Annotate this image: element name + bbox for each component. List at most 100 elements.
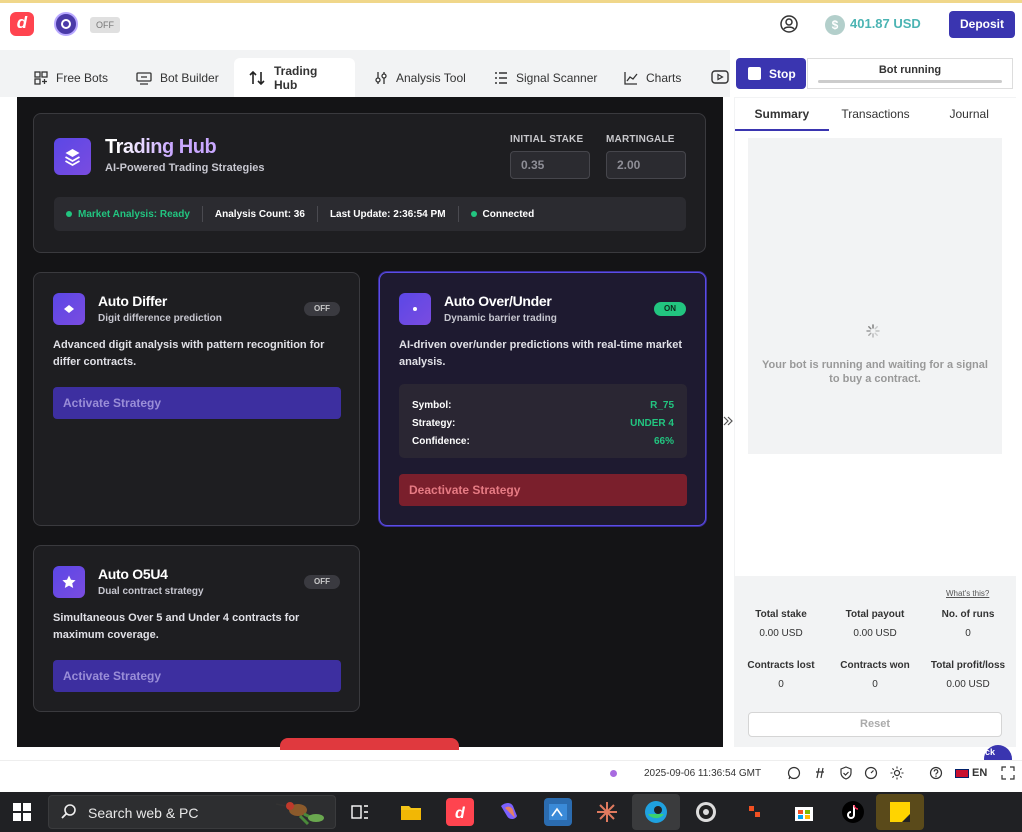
deriv-icon[interactable] xyxy=(813,766,827,780)
waiting-message: Your bot is running and waiting for a si… xyxy=(762,359,988,385)
tab-signal-scanner[interactable]: Signal Scanner xyxy=(480,58,611,97)
currency-icon: $ xyxy=(825,15,845,35)
stat-value: 0.00 USD xyxy=(853,628,897,639)
tab-label: Trading Hub xyxy=(274,63,318,92)
analysis-count-text: Analysis Count: 36 xyxy=(214,208,305,220)
emergency-stop-button[interactable] xyxy=(280,738,459,750)
strategy-description: Advanced digit analysis with pattern rec… xyxy=(53,339,325,368)
stat-value: 0 xyxy=(965,628,971,639)
martingale-label: MARTINGALE xyxy=(606,134,675,145)
tab-trading-hub[interactable]: Trading Hub xyxy=(234,58,355,97)
detail-label: Confidence: xyxy=(412,435,470,447)
detail-label: Symbol: xyxy=(412,399,452,411)
strategy-state-badge[interactable]: OFF xyxy=(304,302,340,316)
deactivate-strategy-button[interactable]: Deactivate Strategy xyxy=(399,474,687,506)
file-explorer-icon[interactable] xyxy=(397,798,425,826)
tiktok-app-icon[interactable] xyxy=(839,798,867,826)
last-update: Last Update: 2:36:54 PM xyxy=(318,206,459,222)
gauge-icon[interactable] xyxy=(864,766,878,780)
bot-status-progress xyxy=(818,80,1002,83)
martingale-input[interactable]: 2.00 xyxy=(606,151,686,179)
store-app-icon[interactable] xyxy=(790,798,818,826)
tab-transactions[interactable]: Transactions xyxy=(829,98,923,131)
copilot-icon[interactable] xyxy=(495,798,523,826)
stat-profit-loss: Total profit/loss 0.00 USD xyxy=(921,660,1015,690)
stop-label: Stop xyxy=(769,66,796,81)
sticky-notes-icon[interactable] xyxy=(876,794,924,830)
task-view-icon[interactable] xyxy=(346,798,374,826)
shield-icon[interactable] xyxy=(839,766,853,780)
deriv-app-icon[interactable]: d xyxy=(446,798,474,826)
arrows-updown-icon xyxy=(249,70,265,85)
whatsapp-icon[interactable] xyxy=(787,766,801,780)
fullscreen-icon[interactable] xyxy=(1001,766,1015,780)
layers-icon xyxy=(54,138,91,175)
strategy-description: Simultaneous Over 5 and Under 4 contract… xyxy=(53,612,300,641)
compass-icon[interactable] xyxy=(54,12,78,36)
photos-app-icon[interactable] xyxy=(544,798,572,826)
tab-analysis-tool[interactable]: Analysis Tool xyxy=(360,58,480,97)
reset-button[interactable]: Reset xyxy=(748,712,1002,737)
summary-placeholder xyxy=(748,138,1002,454)
strategy-card-overunder: Auto Over/Under Dynamic barrier trading … xyxy=(379,272,706,526)
detail-row-confidence: Confidence: 66% xyxy=(399,432,687,450)
stat-contracts-won: Contracts won 0 xyxy=(828,660,922,690)
initial-stake-input[interactable]: 0.35 xyxy=(510,151,590,179)
hub-status-bar: Market Analysis: Ready Analysis Count: 3… xyxy=(54,197,686,231)
windows-start-icon[interactable] xyxy=(12,802,32,822)
star-icon xyxy=(53,566,85,598)
uk-flag-icon xyxy=(955,768,969,778)
sliders-icon xyxy=(375,71,387,84)
market-status-text: Market Analysis: Ready xyxy=(78,208,190,220)
whats-this-link[interactable]: What's this? xyxy=(946,589,989,598)
strategy-state-badge[interactable]: ON xyxy=(654,302,686,316)
user-account-icon[interactable] xyxy=(780,15,798,33)
office-app-icon[interactable] xyxy=(741,798,769,826)
tab-label: Analysis Tool xyxy=(396,70,466,85)
strategy-state-badge[interactable]: OFF xyxy=(304,575,340,589)
stat-label: Total profit/loss xyxy=(930,660,1006,671)
deposit-button[interactable]: Deposit xyxy=(949,11,1015,38)
hub-title-text: Trading Hub xyxy=(105,136,217,158)
activate-strategy-button[interactable]: Activate Strategy xyxy=(53,387,341,419)
target-icon xyxy=(399,293,431,325)
tab-charts[interactable]: Charts xyxy=(610,58,695,97)
strategy-card-differ: Auto Differ Digit difference prediction … xyxy=(33,272,360,526)
status-dot xyxy=(470,211,477,217)
claude-app-icon[interactable] xyxy=(593,798,621,826)
sun-icon[interactable] xyxy=(890,766,904,780)
activate-strategy-button[interactable]: Activate Strategy xyxy=(53,660,341,692)
strategy-description: AI-driven over/under predictions with re… xyxy=(399,339,683,368)
stat-total-stake: Total stake 0.00 USD xyxy=(734,609,828,639)
account-balance[interactable]: 401.87 USD xyxy=(850,16,921,31)
help-icon[interactable] xyxy=(929,766,943,780)
deriv-logo-icon[interactable]: d xyxy=(10,12,34,36)
language-selector[interactable]: EN xyxy=(955,767,987,779)
stop-bot-button[interactable]: Stop xyxy=(736,58,806,89)
strategy-details: Symbol: R_75 Strategy: UNDER 4 Confidence:… xyxy=(399,384,687,458)
tutorial-icon[interactable] xyxy=(711,70,729,84)
stat-value: 0 xyxy=(872,679,878,690)
stop-icon xyxy=(748,67,761,80)
chart-icon xyxy=(624,71,638,85)
grid-icon xyxy=(34,70,48,85)
stat-label: No. of runs xyxy=(941,609,995,620)
tab-label: Bot Builder xyxy=(160,70,219,85)
hub-header-card: Trading Hub AI-Powered Trading Strategie… xyxy=(33,113,706,253)
stat-value: 0.00 USD xyxy=(946,679,990,690)
stat-label: Total stake xyxy=(755,609,807,620)
stat-runs: No. of runs 0 xyxy=(921,609,1015,639)
tab-label: Signal Scanner xyxy=(516,70,598,85)
edge-browser-icon[interactable] xyxy=(632,794,680,830)
initial-stake-label: INITIAL STAKE xyxy=(510,134,584,145)
tab-free-bots[interactable]: Free Bots xyxy=(20,58,122,97)
detail-value: 66% xyxy=(653,435,674,447)
collapse-panel-icon[interactable] xyxy=(723,416,733,426)
tab-summary[interactable]: Summary xyxy=(735,98,829,131)
tab-journal[interactable]: Journal xyxy=(922,98,1016,131)
obs-app-icon[interactable] xyxy=(692,798,720,826)
tab-bot-builder[interactable]: Bot Builder xyxy=(122,58,233,97)
builder-icon xyxy=(136,71,152,85)
header-toggle[interactable]: OFF xyxy=(90,17,120,33)
hub-subtitle: AI-Powered Trading Strategies xyxy=(105,162,265,174)
